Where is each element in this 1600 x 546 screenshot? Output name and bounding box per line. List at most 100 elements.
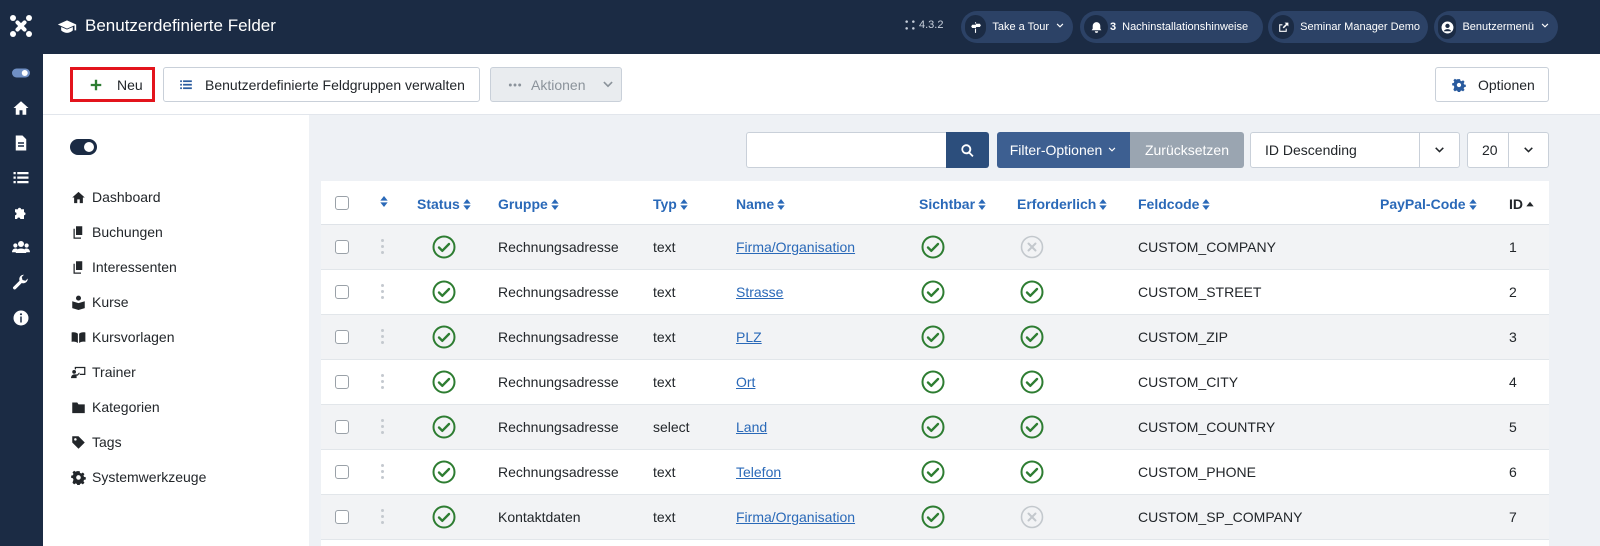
drag-handle-icon[interactable] <box>381 374 385 390</box>
sidebar-item-prospects[interactable]: Interessenten <box>71 259 177 275</box>
paypal-code-column-header[interactable]: PayPal-Code <box>1380 196 1477 212</box>
top-header: Benutzerdefinierte Felder 4.3.2 Take a T… <box>43 0 1600 54</box>
post-install-messages-button[interactable]: 3 Nachinstallationshinweise <box>1080 11 1263 43</box>
required-yes-icon[interactable] <box>1020 370 1044 394</box>
sidebar-item-courses[interactable]: Kurse <box>71 294 129 310</box>
required-yes-icon[interactable] <box>1020 415 1044 439</box>
home-icon[interactable] <box>10 99 32 117</box>
search-button[interactable] <box>946 132 989 168</box>
field-name-link[interactable]: Telefon <box>736 464 781 480</box>
drag-handle-icon[interactable] <box>381 329 385 345</box>
visible-yes-icon[interactable] <box>921 460 945 484</box>
list-limit-select[interactable]: 20 <box>1467 132 1549 168</box>
options-button[interactable]: Optionen <box>1435 67 1549 102</box>
field-name-link[interactable]: Ort <box>736 374 755 390</box>
info-icon[interactable] <box>10 309 32 327</box>
list-icon[interactable] <box>10 169 32 187</box>
drag-handle-icon[interactable] <box>381 464 385 480</box>
sidebar-item-label: Interessenten <box>92 259 177 275</box>
sidebar-item-trainer[interactable]: Trainer <box>71 364 136 380</box>
puzzle-icon[interactable] <box>10 204 32 222</box>
id-column-header[interactable]: ID <box>1509 196 1534 212</box>
required-yes-icon[interactable] <box>1020 325 1044 349</box>
sidebar-item-course-templates[interactable]: Kursvorlagen <box>71 329 175 345</box>
joomla-logo-icon[interactable] <box>9 14 33 38</box>
row-checkbox[interactable] <box>335 330 349 344</box>
group-column-header[interactable]: Gruppe <box>498 196 559 212</box>
sort-icon <box>680 198 688 210</box>
type-cell: text <box>653 284 676 300</box>
sidebar-toggle[interactable] <box>70 139 97 155</box>
wrench-icon[interactable] <box>10 274 32 292</box>
visible-column-header[interactable]: Sichtbar <box>919 196 986 212</box>
sidebar-item-tags[interactable]: Tags <box>71 434 122 450</box>
required-yes-icon[interactable] <box>1020 280 1044 304</box>
sidebar-item-dashboard[interactable]: Dashboard <box>71 189 161 205</box>
required-column-header[interactable]: Erforderlich <box>1017 196 1108 212</box>
fieldcode-column-header[interactable]: Feldcode <box>1138 196 1211 212</box>
type-cell: select <box>653 419 690 435</box>
sidebar-item-bookings[interactable]: Buchungen <box>71 224 163 240</box>
field-name-link[interactable]: Firma/Organisation <box>736 239 855 255</box>
status-published-icon[interactable] <box>432 280 456 304</box>
row-checkbox[interactable] <box>335 420 349 434</box>
sidebar-item-categories[interactable]: Kategorien <box>71 399 160 415</box>
drag-handle-icon[interactable] <box>381 284 385 300</box>
sidebar-item-label: Trainer <box>92 364 136 380</box>
user-circle-icon <box>1438 15 1457 39</box>
table-row: Rechnungsadresse text Telefon CUSTOM_PHONE 6 <box>321 450 1549 495</box>
menu-toggle-icon[interactable] <box>10 64 32 82</box>
required-yes-icon[interactable] <box>1020 460 1044 484</box>
status-published-icon[interactable] <box>432 325 456 349</box>
field-name-link[interactable]: PLZ <box>736 329 762 345</box>
row-checkbox[interactable] <box>335 285 349 299</box>
field-name-link[interactable]: Firma/Organisation <box>736 509 855 525</box>
field-name-link[interactable]: Land <box>736 419 767 435</box>
group-cell: Rechnungsadresse <box>498 464 619 480</box>
status-published-icon[interactable] <box>432 460 456 484</box>
visible-yes-icon[interactable] <box>921 235 945 259</box>
drag-handle-icon[interactable] <box>381 509 385 525</box>
drag-handle-icon[interactable] <box>381 419 385 435</box>
users-icon[interactable] <box>10 238 32 256</box>
visible-yes-icon[interactable] <box>921 415 945 439</box>
row-checkbox[interactable] <box>335 465 349 479</box>
filter-options-label: Filter-Optionen <box>1009 142 1103 158</box>
name-column-header[interactable]: Name <box>736 196 785 212</box>
sort-select[interactable]: ID Descending <box>1250 132 1460 168</box>
field-name-link[interactable]: Strasse <box>736 284 783 300</box>
row-checkbox[interactable] <box>335 510 349 524</box>
table-header: Status Gruppe Typ Name Sichtbar Erforder… <box>321 181 1549 225</box>
status-published-icon[interactable] <box>432 505 456 529</box>
status-column-header[interactable]: Status <box>417 196 471 212</box>
view-site-button[interactable]: Seminar Manager Demo <box>1268 11 1428 43</box>
row-checkbox[interactable] <box>335 240 349 254</box>
required-no-icon[interactable] <box>1020 235 1044 259</box>
sidebar-item-system-tools[interactable]: Systemwerkzeuge <box>71 469 206 485</box>
required-no-icon[interactable] <box>1020 505 1044 529</box>
file-icon[interactable] <box>10 134 32 152</box>
status-published-icon[interactable] <box>432 370 456 394</box>
type-cell: text <box>653 374 676 390</box>
status-published-icon[interactable] <box>432 235 456 259</box>
visible-yes-icon[interactable] <box>921 325 945 349</box>
visible-yes-icon[interactable] <box>921 370 945 394</box>
gear-icon <box>1452 78 1466 92</box>
ordering-sort-header[interactable] <box>380 196 388 207</box>
manage-field-groups-button[interactable]: Benutzerdefinierte Feldgruppen verwalten <box>163 67 480 102</box>
reset-button[interactable]: Zurücksetzen <box>1130 132 1244 168</box>
drag-handle-icon[interactable] <box>381 239 385 255</box>
copy-icon <box>73 225 83 239</box>
search-input[interactable] <box>746 132 946 168</box>
filter-options-button[interactable]: Filter-Optionen <box>997 132 1130 168</box>
status-published-icon[interactable] <box>432 415 456 439</box>
visible-yes-icon[interactable] <box>921 280 945 304</box>
visible-yes-icon[interactable] <box>921 505 945 529</box>
row-checkbox[interactable] <box>335 375 349 389</box>
user-menu-button[interactable]: Benutzermenü <box>1434 11 1558 43</box>
select-all-checkbox[interactable] <box>335 196 349 210</box>
take-a-tour-button[interactable]: Take a Tour <box>961 11 1073 43</box>
actions-dropdown[interactable]: Aktionen <box>490 67 622 102</box>
type-column-header[interactable]: Typ <box>653 196 688 212</box>
new-button[interactable]: Neu <box>70 67 155 102</box>
